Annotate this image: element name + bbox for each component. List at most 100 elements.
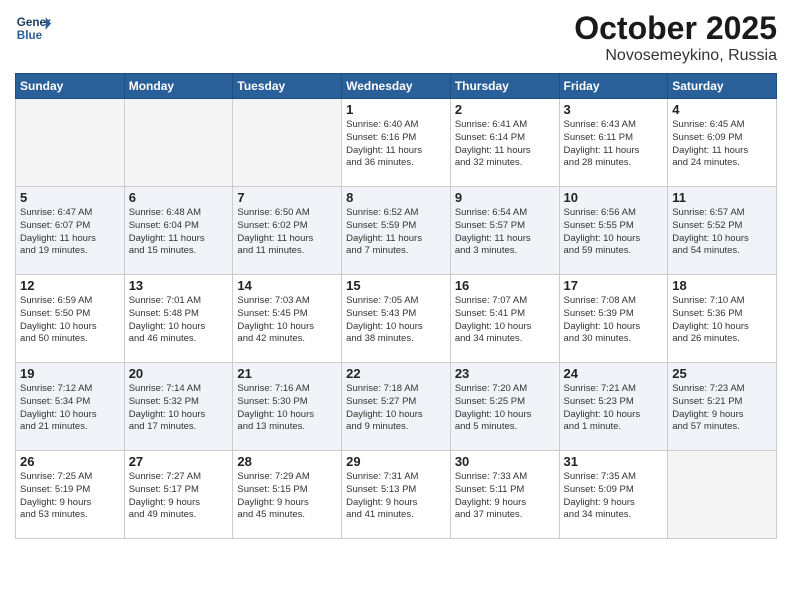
- weekday-header-sunday: Sunday: [16, 74, 125, 99]
- day-number: 18: [672, 278, 772, 293]
- day-number: 19: [20, 366, 120, 381]
- header: General Blue October 2025 Novosemeykino,…: [15, 10, 777, 65]
- day-number: 28: [237, 454, 337, 469]
- day-number: 3: [564, 102, 664, 117]
- day-cell: 20 Sunrise: 7:14 AM Sunset: 5:32 PM Dayli…: [124, 363, 233, 451]
- day-number: 17: [564, 278, 664, 293]
- day-cell: 29 Sunrise: 7:31 AM Sunset: 5:13 PM Dayli…: [342, 451, 451, 539]
- weekday-header-wednesday: Wednesday: [342, 74, 451, 99]
- day-number: 21: [237, 366, 337, 381]
- day-info: Sunrise: 7:33 AM Sunset: 5:11 PM Dayligh…: [455, 471, 555, 522]
- logo-icon: General Blue: [15, 10, 51, 46]
- week-row-1: 1Sunrise: 6:40 AM Sunset: 6:16 PM Daylig…: [16, 99, 777, 187]
- day-cell: 9 Sunrise: 6:54 AM Sunset: 5:57 PM Daylig…: [450, 187, 559, 275]
- logo: General Blue: [15, 10, 51, 46]
- day-cell: 30 Sunrise: 7:33 AM Sunset: 5:11 PM Dayli…: [450, 451, 559, 539]
- day-number: 16: [455, 278, 555, 293]
- day-number: 8: [346, 190, 446, 205]
- day-number: 20: [129, 366, 229, 381]
- day-number: 13: [129, 278, 229, 293]
- day-cell: [124, 99, 233, 187]
- day-cell: 6 Sunrise: 6:48 AM Sunset: 6:04 PM Daylig…: [124, 187, 233, 275]
- week-row-2: 5Sunrise: 6:47 AM Sunset: 6:07 PM Daylig…: [16, 187, 777, 275]
- day-cell: 25 Sunrise: 7:23 AM Sunset: 5:21 PM Dayli…: [668, 363, 777, 451]
- day-number: 6: [129, 190, 229, 205]
- day-cell: 13 Sunrise: 7:01 AM Sunset: 5:48 PM Dayli…: [124, 275, 233, 363]
- day-info: Sunrise: 6:50 AM Sunset: 6:02 PM Dayligh…: [237, 207, 337, 258]
- day-number: 2: [455, 102, 555, 117]
- day-number: 7: [237, 190, 337, 205]
- svg-text:Blue: Blue: [17, 29, 43, 42]
- day-info: Sunrise: 7:31 AM Sunset: 5:13 PM Dayligh…: [346, 471, 446, 522]
- day-number: 15: [346, 278, 446, 293]
- day-info: Sunrise: 7:21 AM Sunset: 5:23 PM Dayligh…: [564, 383, 664, 434]
- day-info: Sunrise: 7:07 AM Sunset: 5:41 PM Dayligh…: [455, 295, 555, 346]
- weekday-header-row: SundayMondayTuesdayWednesdayThursdayFrid…: [16, 74, 777, 99]
- week-row-4: 19Sunrise: 7:12 AM Sunset: 5:34 PM Dayli…: [16, 363, 777, 451]
- calendar: SundayMondayTuesdayWednesdayThursdayFrid…: [15, 73, 777, 539]
- day-info: Sunrise: 7:20 AM Sunset: 5:25 PM Dayligh…: [455, 383, 555, 434]
- day-number: 31: [564, 454, 664, 469]
- day-cell: 17 Sunrise: 7:08 AM Sunset: 5:39 PM Dayli…: [559, 275, 668, 363]
- title-block: October 2025 Novosemeykino, Russia: [574, 10, 777, 65]
- day-cell: [233, 99, 342, 187]
- day-info: Sunrise: 7:25 AM Sunset: 5:19 PM Dayligh…: [20, 471, 120, 522]
- day-info: Sunrise: 6:57 AM Sunset: 5:52 PM Dayligh…: [672, 207, 772, 258]
- day-number: 25: [672, 366, 772, 381]
- page-container: General Blue October 2025 Novosemeykino,…: [0, 0, 792, 612]
- day-cell: 11 Sunrise: 6:57 AM Sunset: 5:52 PM Dayli…: [668, 187, 777, 275]
- day-info: Sunrise: 7:01 AM Sunset: 5:48 PM Dayligh…: [129, 295, 229, 346]
- day-cell: 12Sunrise: 6:59 AM Sunset: 5:50 PM Dayli…: [16, 275, 125, 363]
- day-info: Sunrise: 7:23 AM Sunset: 5:21 PM Dayligh…: [672, 383, 772, 434]
- day-cell: 14 Sunrise: 7:03 AM Sunset: 5:45 PM Dayli…: [233, 275, 342, 363]
- day-number: 23: [455, 366, 555, 381]
- day-number: 30: [455, 454, 555, 469]
- day-cell: 3 Sunrise: 6:43 AM Sunset: 6:11 PM Daylig…: [559, 99, 668, 187]
- day-info: Sunrise: 7:03 AM Sunset: 5:45 PM Dayligh…: [237, 295, 337, 346]
- day-info: Sunrise: 7:05 AM Sunset: 5:43 PM Dayligh…: [346, 295, 446, 346]
- day-cell: 5Sunrise: 6:47 AM Sunset: 6:07 PM Daylig…: [16, 187, 125, 275]
- weekday-header-saturday: Saturday: [668, 74, 777, 99]
- day-cell: 15 Sunrise: 7:05 AM Sunset: 5:43 PM Dayli…: [342, 275, 451, 363]
- day-number: 24: [564, 366, 664, 381]
- day-info: Sunrise: 7:14 AM Sunset: 5:32 PM Dayligh…: [129, 383, 229, 434]
- day-cell: 19Sunrise: 7:12 AM Sunset: 5:34 PM Dayli…: [16, 363, 125, 451]
- day-info: Sunrise: 6:47 AM Sunset: 6:07 PM Dayligh…: [20, 207, 120, 258]
- week-row-5: 26 Sunrise: 7:25 AM Sunset: 5:19 PM Dayli…: [16, 451, 777, 539]
- day-info: Sunrise: 6:48 AM Sunset: 6:04 PM Dayligh…: [129, 207, 229, 258]
- day-number: 10: [564, 190, 664, 205]
- weekday-header-tuesday: Tuesday: [233, 74, 342, 99]
- day-info: Sunrise: 6:43 AM Sunset: 6:11 PM Dayligh…: [564, 119, 664, 170]
- day-cell: 26 Sunrise: 7:25 AM Sunset: 5:19 PM Dayli…: [16, 451, 125, 539]
- day-number: 26: [20, 454, 120, 469]
- day-info: Sunrise: 7:08 AM Sunset: 5:39 PM Dayligh…: [564, 295, 664, 346]
- day-cell: 2 Sunrise: 6:41 AM Sunset: 6:14 PM Daylig…: [450, 99, 559, 187]
- day-cell: 18Sunrise: 7:10 AM Sunset: 5:36 PM Dayli…: [668, 275, 777, 363]
- day-number: 29: [346, 454, 446, 469]
- day-cell: 16 Sunrise: 7:07 AM Sunset: 5:41 PM Dayli…: [450, 275, 559, 363]
- day-cell: 27Sunrise: 7:27 AM Sunset: 5:17 PM Dayli…: [124, 451, 233, 539]
- day-info: Sunrise: 6:45 AM Sunset: 6:09 PM Dayligh…: [672, 119, 772, 170]
- day-info: Sunrise: 6:41 AM Sunset: 6:14 PM Dayligh…: [455, 119, 555, 170]
- day-info: Sunrise: 6:56 AM Sunset: 5:55 PM Dayligh…: [564, 207, 664, 258]
- week-row-3: 12Sunrise: 6:59 AM Sunset: 5:50 PM Dayli…: [16, 275, 777, 363]
- day-number: 4: [672, 102, 772, 117]
- weekday-header-friday: Friday: [559, 74, 668, 99]
- day-cell: 10 Sunrise: 6:56 AM Sunset: 5:55 PM Dayli…: [559, 187, 668, 275]
- day-cell: 7 Sunrise: 6:50 AM Sunset: 6:02 PM Daylig…: [233, 187, 342, 275]
- day-info: Sunrise: 6:54 AM Sunset: 5:57 PM Dayligh…: [455, 207, 555, 258]
- day-cell: 8 Sunrise: 6:52 AM Sunset: 5:59 PM Daylig…: [342, 187, 451, 275]
- day-info: Sunrise: 7:16 AM Sunset: 5:30 PM Dayligh…: [237, 383, 337, 434]
- day-info: Sunrise: 6:59 AM Sunset: 5:50 PM Dayligh…: [20, 295, 120, 346]
- day-number: 11: [672, 190, 772, 205]
- day-cell: 22Sunrise: 7:18 AM Sunset: 5:27 PM Dayli…: [342, 363, 451, 451]
- day-cell: 1Sunrise: 6:40 AM Sunset: 6:16 PM Daylig…: [342, 99, 451, 187]
- month-title: October 2025: [574, 10, 777, 47]
- day-number: 14: [237, 278, 337, 293]
- day-number: 9: [455, 190, 555, 205]
- day-cell: 4 Sunrise: 6:45 AM Sunset: 6:09 PM Daylig…: [668, 99, 777, 187]
- day-info: Sunrise: 7:18 AM Sunset: 5:27 PM Dayligh…: [346, 383, 446, 434]
- day-info: Sunrise: 6:52 AM Sunset: 5:59 PM Dayligh…: [346, 207, 446, 258]
- day-number: 27: [129, 454, 229, 469]
- day-cell: 23 Sunrise: 7:20 AM Sunset: 5:25 PM Dayli…: [450, 363, 559, 451]
